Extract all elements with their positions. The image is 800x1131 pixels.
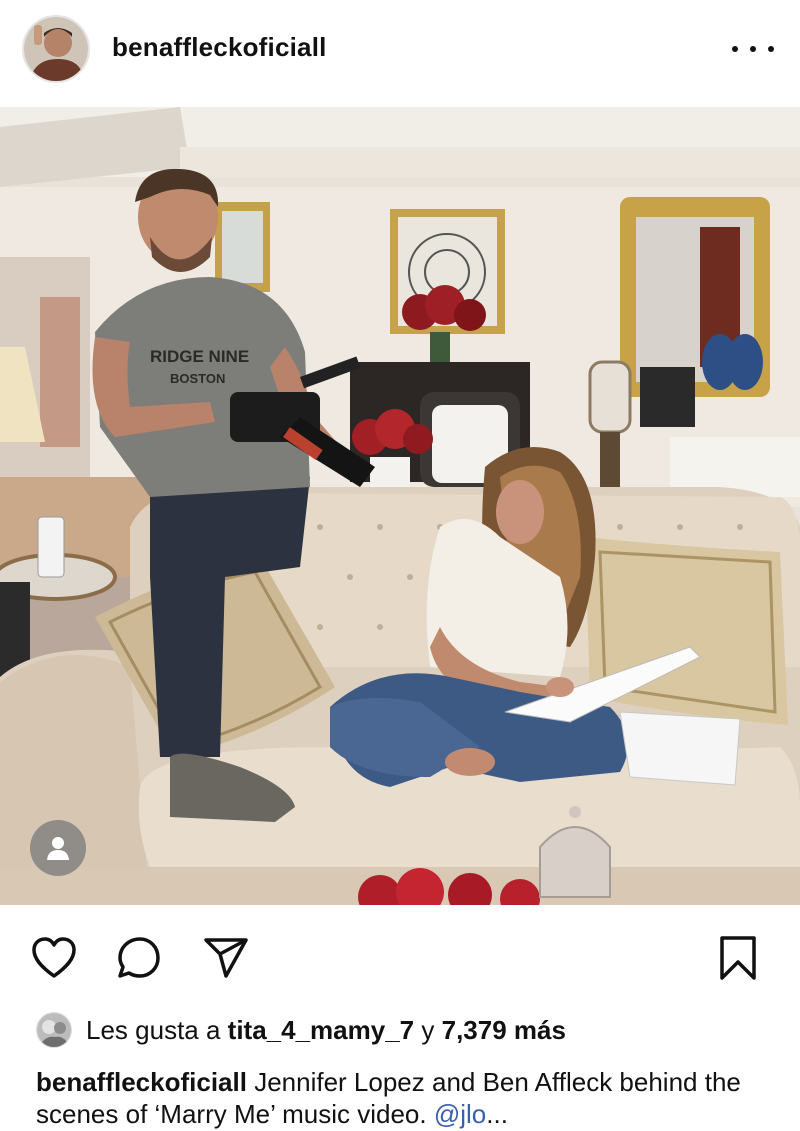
post-caption: benaffleckoficiall Jennifer Lopez and Be… xyxy=(36,1066,776,1130)
profile-avatar[interactable] xyxy=(22,15,90,83)
send-icon xyxy=(204,938,248,978)
likes-summary[interactable]: Les gusta a tita_4_mamy_7 y 7,379 más xyxy=(36,1010,566,1050)
bookmark-icon xyxy=(720,936,756,980)
likes-count[interactable]: 7,379 más xyxy=(442,1015,566,1046)
tagged-users-button[interactable] xyxy=(30,820,86,876)
person-icon xyxy=(47,837,69,860)
liker-avatar xyxy=(36,1012,72,1048)
post-header: benaffleckoficiall xyxy=(0,0,800,100)
shirt-text-line2: BOSTON xyxy=(170,371,225,386)
caption-username[interactable]: benaffleckoficiall xyxy=(36,1067,247,1097)
post-actions xyxy=(0,920,800,990)
post-photo[interactable]: RIDGE NINE BOSTON xyxy=(0,107,800,905)
comment-icon xyxy=(118,937,160,978)
caption-ellipsis[interactable]: ... xyxy=(486,1099,508,1129)
like-button[interactable] xyxy=(30,934,78,982)
likes-joiner: y xyxy=(421,1014,435,1045)
shirt-text-line1: RIDGE NINE xyxy=(150,347,249,366)
post-username[interactable]: benaffleckoficiall xyxy=(112,32,327,63)
comment-button[interactable] xyxy=(116,934,164,982)
save-button[interactable] xyxy=(714,934,762,982)
caption-mention[interactable]: @jlo xyxy=(434,1099,486,1129)
more-options-icon[interactable] xyxy=(732,38,774,60)
likes-user[interactable]: tita_4_mamy_7 xyxy=(228,1015,414,1046)
heart-icon xyxy=(32,937,76,978)
share-button[interactable] xyxy=(202,934,250,982)
likes-prefix: Les gusta a xyxy=(86,1014,221,1045)
